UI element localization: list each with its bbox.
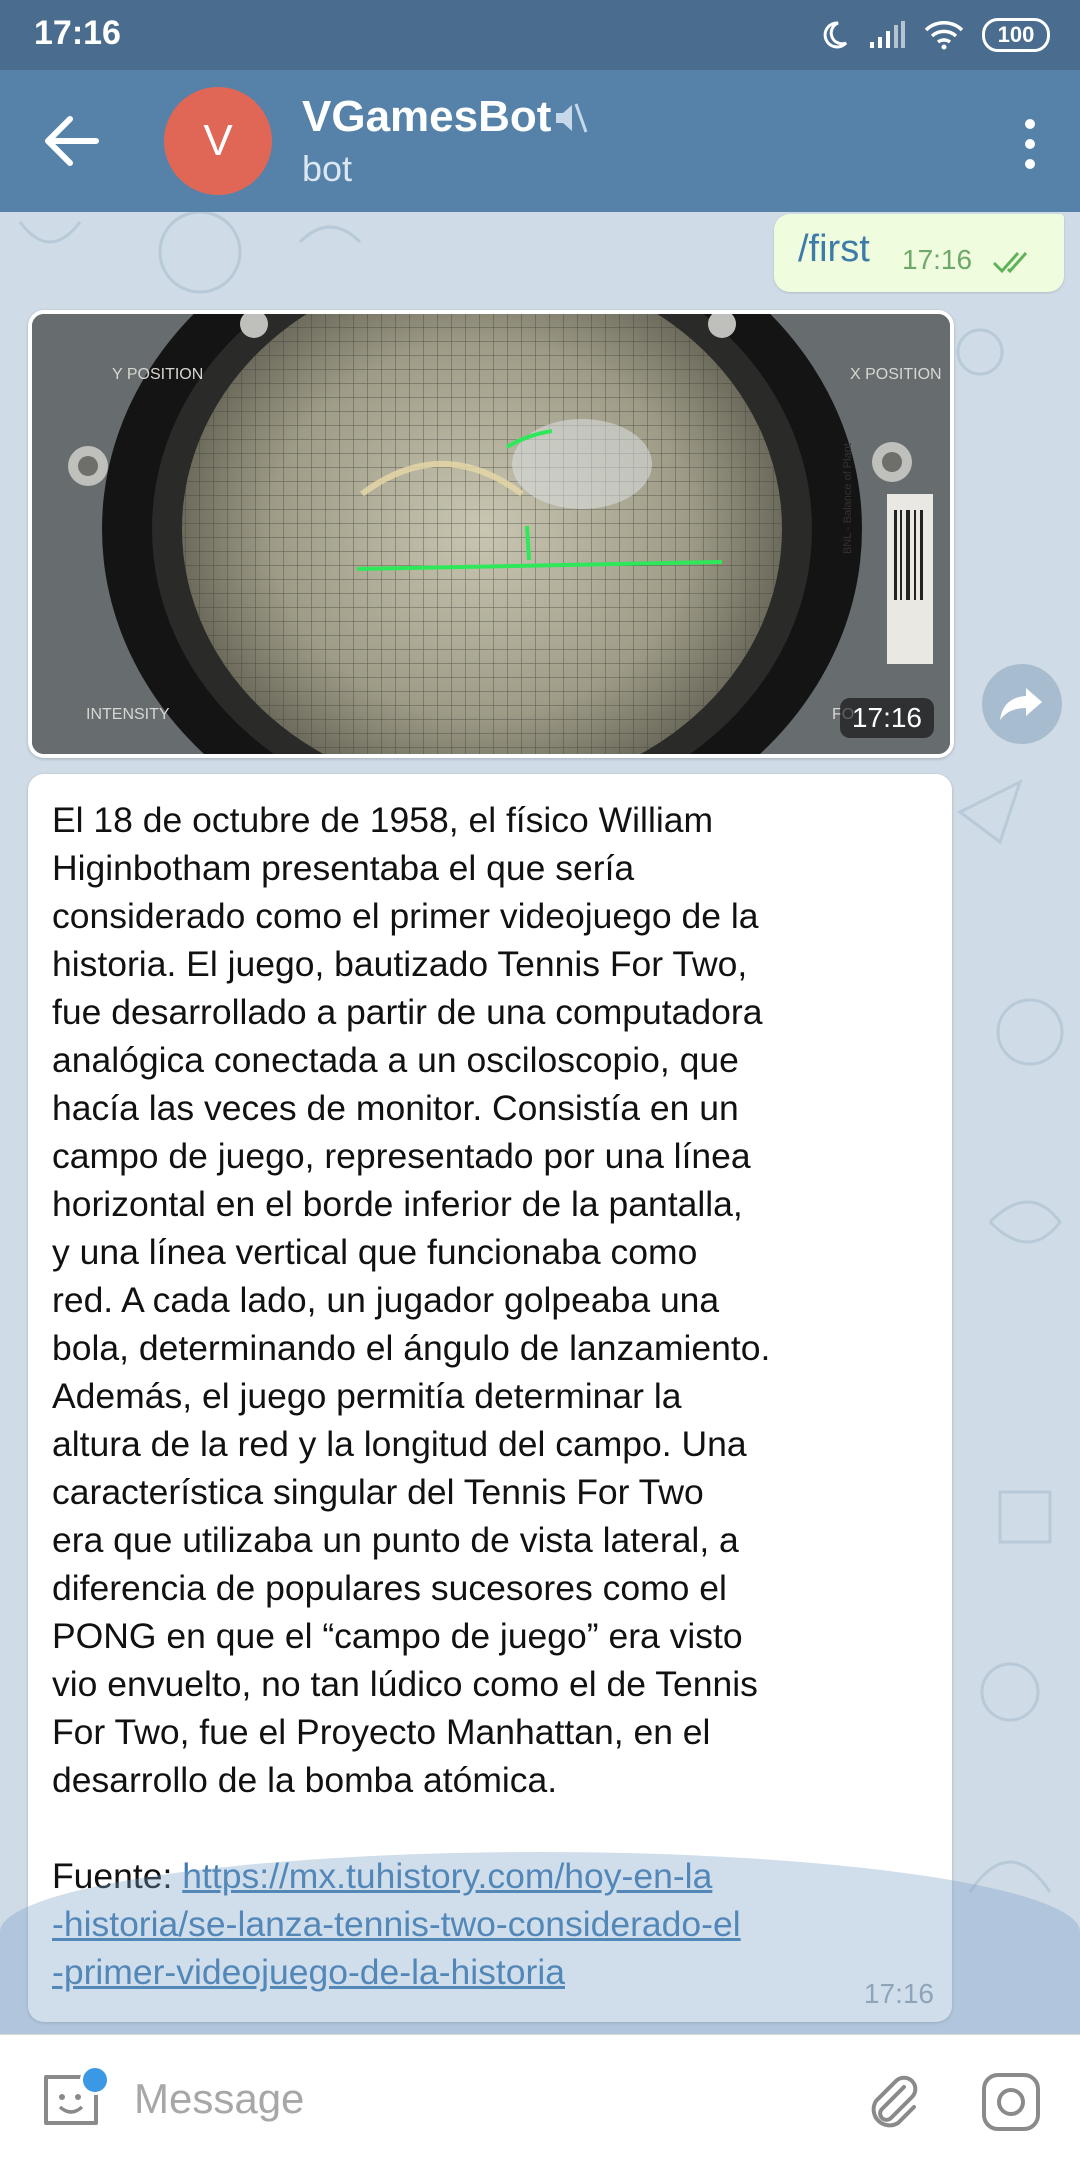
status-bar: 17:16 100: [0, 0, 1080, 70]
y-position-label: Y POSITION: [112, 366, 204, 383]
source-line: Fuente: https://mx.tuhistory.com/hoy-en-…: [52, 1852, 928, 1996]
signal-icon: [870, 21, 905, 48]
status-icons: 100: [818, 16, 1050, 54]
outgoing-message-text: /first: [798, 228, 870, 270]
chat-subtitle: bot: [302, 148, 353, 189]
paperclip-icon[interactable]: [864, 2071, 924, 2131]
back-arrow-icon[interactable]: [38, 110, 108, 172]
photo-message[interactable]: Y POSITION X POSITION INTENSITY FO BNL -…: [28, 310, 954, 758]
chat-header: V VGamesBot bot: [0, 70, 1080, 212]
sticker-notification-dot: [80, 2065, 110, 2095]
read-checkmarks-icon: [992, 252, 1028, 274]
forward-button[interactable]: [982, 664, 1062, 744]
outgoing-message[interactable]: /first 17:16: [774, 214, 1064, 292]
message-time: 17:16: [863, 1978, 934, 2009]
message-input[interactable]: [132, 2065, 836, 2133]
equipment-tag: BNL - Balance of Plant: [842, 443, 854, 554]
oscilloscope-image[interactable]: Y POSITION X POSITION INTENSITY FO BNL -…: [32, 314, 950, 754]
share-arrow-icon: [1000, 688, 1042, 720]
status-time: 17:16: [34, 14, 121, 52]
intensity-label: INTENSITY: [86, 706, 170, 723]
chat-title[interactable]: VGamesBot: [302, 92, 551, 142]
wifi-icon: [924, 21, 964, 50]
avatar[interactable]: V: [164, 87, 272, 195]
camera-icon[interactable]: [980, 2071, 1042, 2133]
source-label: Fuente:: [52, 1856, 183, 1896]
outgoing-message-time: 17:16: [902, 244, 973, 275]
muted-icon: [556, 103, 588, 133]
photo-time: 17:16: [839, 698, 934, 738]
message-body: El 18 de octubre de 1958, el físico Will…: [52, 800, 771, 1800]
x-position-label: X POSITION: [850, 366, 942, 383]
do-not-disturb-icon: [823, 21, 848, 49]
more-options-icon[interactable]: [1010, 114, 1050, 174]
message-input-bar: [0, 2034, 1080, 2161]
incoming-message[interactable]: El 18 de octubre de 1958, el físico Will…: [28, 774, 952, 2022]
chat-area[interactable]: /first 17:16 Y POSITION X POSITION INTEN…: [0, 212, 1080, 2034]
battery-indicator: 100: [982, 18, 1050, 52]
